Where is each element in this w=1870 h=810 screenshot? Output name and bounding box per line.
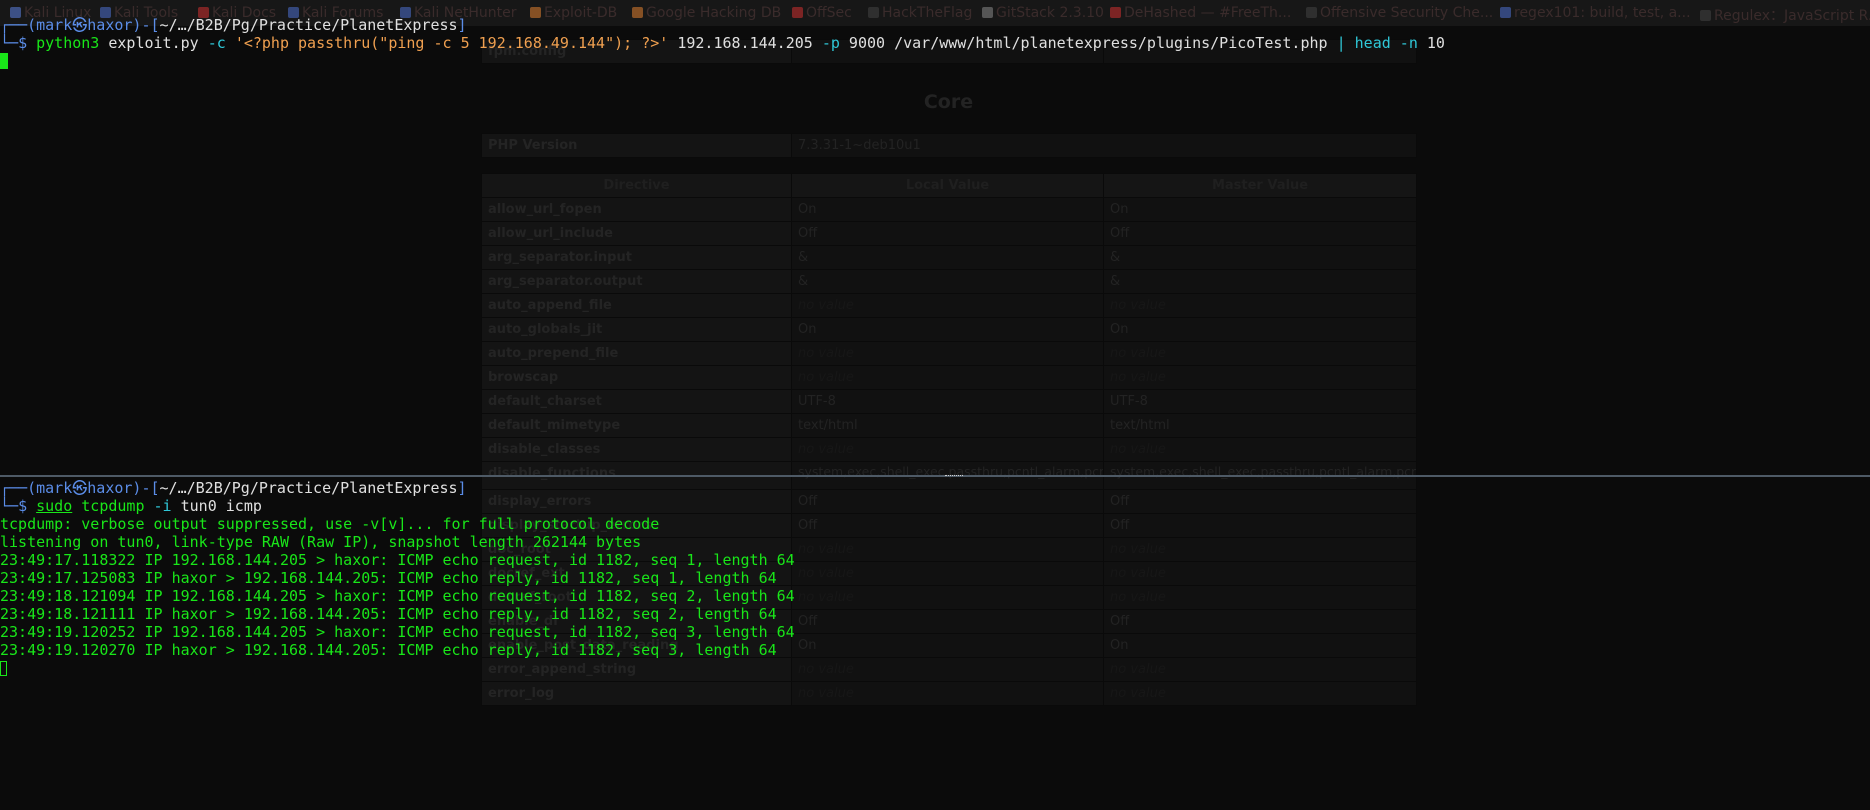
- output-line: 23:49:17.125083 IP haxor > 192.168.144.2…: [0, 569, 777, 587]
- output-line: listening on tun0, link-type RAW (Raw IP…: [0, 533, 642, 551]
- command-payload: '<?php passthru("ping -c 5 192.168.49.14…: [234, 34, 669, 52]
- output-line: tcpdump: verbose output suppressed, use …: [0, 515, 660, 533]
- pane-divider[interactable]: [0, 475, 1870, 477]
- prompt-line: ┌──(mark㉿haxor)-[~/…/B2B/Pg/Practice/Pla…: [0, 479, 467, 497]
- output-line: 23:49:17.118322 IP 192.168.144.205 > hax…: [0, 551, 795, 569]
- prompt-user: mark: [36, 16, 73, 34]
- pane-divider-handle[interactable]: [945, 475, 963, 478]
- prompt-path: ~/…/B2B/Pg/Practice/PlanetExpress: [159, 16, 458, 34]
- command-line: └─$ sudo tcpdump -i tun0 icmp: [0, 497, 262, 515]
- prompt-line: ┌──(mark㉿haxor)-[~/…/B2B/Pg/Practice/Pla…: [0, 16, 467, 34]
- output-line: 23:49:19.120252 IP 192.168.144.205 > hax…: [0, 623, 795, 641]
- output-line: 23:49:18.121111 IP haxor > 192.168.144.2…: [0, 605, 777, 623]
- prompt-host: haxor: [87, 479, 133, 497]
- prompt-host: haxor: [87, 16, 133, 34]
- prompt-path: ~/…/B2B/Pg/Practice/PlanetExpress: [159, 479, 458, 497]
- terminal-cursor: [0, 53, 8, 69]
- output-line: 23:49:19.120270 IP haxor > 192.168.144.2…: [0, 641, 777, 659]
- terminal-cursor: [0, 661, 7, 676]
- command-line: └─$ python3 exploit.py -c '<?php passthr…: [0, 34, 1445, 52]
- output-line: 23:49:18.121094 IP 192.168.144.205 > hax…: [0, 587, 795, 605]
- terminal-pane-bottom[interactable]: ┌──(mark㉿haxor)-[~/…/B2B/Pg/Practice/Pla…: [0, 479, 1870, 810]
- prompt-user: mark: [36, 479, 73, 497]
- tcpdump-output: tcpdump: verbose output suppressed, use …: [0, 515, 1870, 659]
- terminal-pane-top[interactable]: ┌──(mark㉿haxor)-[~/…/B2B/Pg/Practice/Pla…: [0, 16, 1870, 476]
